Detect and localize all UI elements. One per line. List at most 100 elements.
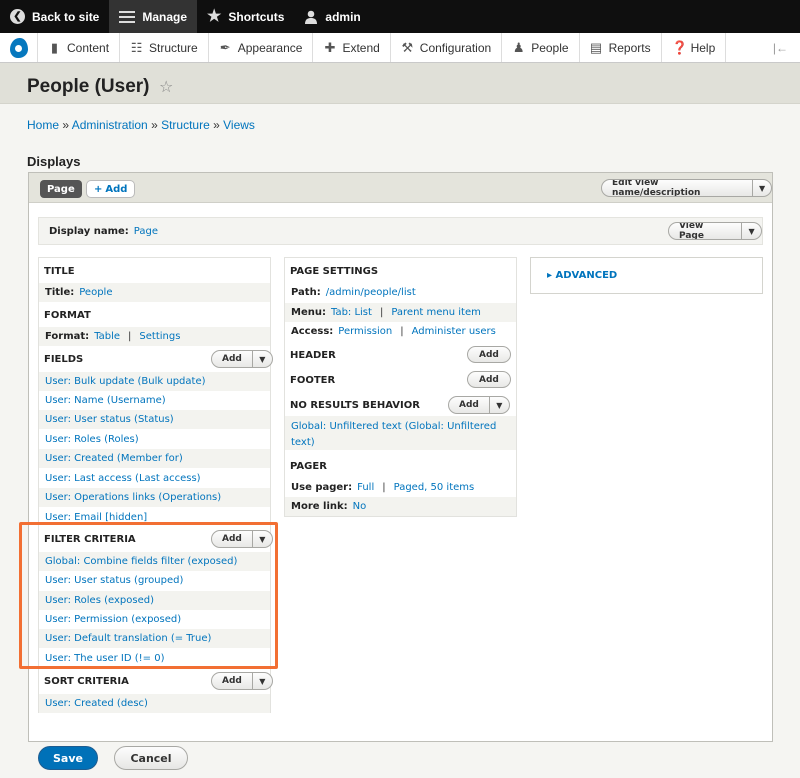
file-icon: ▮ — [50, 39, 59, 55]
format-link[interactable]: Table — [94, 331, 120, 342]
tray-item-people[interactable]: ♟ People — [502, 33, 580, 62]
list-item: User: Operations links (Operations) — [39, 488, 270, 507]
footer-add-button[interactable]: Add — [467, 371, 511, 388]
sort-add-button[interactable]: Add — [212, 673, 252, 689]
display-name-link[interactable]: Page — [134, 226, 158, 237]
filter-criteria-highlight — [19, 522, 278, 669]
brush-icon: ✒ — [219, 39, 231, 55]
title-heading: TITLE — [44, 266, 75, 277]
access-row: Access: Permission | Administer users — [291, 326, 496, 337]
tray-item-appearance[interactable]: ✒ Appearance — [209, 33, 314, 62]
breadcrumb-views[interactable]: Views — [223, 118, 255, 132]
edit-view-button[interactable]: Edit view name/description — [602, 180, 752, 196]
chevron-down-icon[interactable]: ▼ — [251, 673, 272, 689]
list-item: User: Created (Member for) — [39, 449, 270, 468]
access-link[interactable]: Permission — [338, 326, 392, 337]
breadcrumb-structure[interactable]: Structure — [161, 118, 210, 132]
title-row: Title: People — [39, 283, 270, 302]
menu-link[interactable]: Tab: List — [331, 307, 372, 318]
sort-add-dropbutton: Add ▼ — [211, 672, 273, 690]
tray-item-extend[interactable]: ✚ Extend — [313, 33, 391, 62]
format-heading: FORMAT — [44, 310, 91, 321]
chevron-down-icon[interactable]: ▼ — [741, 223, 761, 239]
save-button[interactable]: Save — [38, 746, 98, 770]
tray-item-structure[interactable]: ☷ Structure — [120, 33, 209, 62]
list-item: User: Name (Username) — [45, 395, 166, 406]
people-icon: ♟ — [512, 39, 525, 55]
shortcut-star-icon[interactable]: ☆ — [159, 77, 173, 96]
middle-column: PAGE SETTINGS Path:/admin/people/list Me… — [284, 257, 517, 517]
cancel-button[interactable]: Cancel — [114, 746, 188, 770]
page-header: People (User) ☆ — [0, 63, 800, 104]
header-heading: HEADER — [290, 350, 336, 361]
list-item: User: Last access (Last access) — [45, 473, 201, 484]
user-tab[interactable]: admin — [294, 0, 370, 33]
displays-heading: Displays — [27, 154, 81, 169]
no-results-add-button[interactable]: Add — [449, 397, 489, 413]
fields-add-dropbutton: Add ▼ — [211, 350, 273, 368]
list-item: User: Bulk update (Bulk update) — [39, 372, 270, 391]
display-tabs-bar: Page + Add Edit view name/description ▼ — [29, 173, 772, 203]
use-pager-link[interactable]: Full — [357, 482, 374, 493]
list-item: User: User status (Status) — [39, 410, 270, 429]
wrench-icon: ⚒ — [401, 39, 414, 55]
advanced-box: ▸ ADVANCED — [530, 257, 763, 294]
format-settings-link[interactable]: Settings — [139, 331, 180, 342]
plus-icon: + — [94, 183, 103, 195]
bar-chart-icon: ▤ — [589, 39, 603, 55]
tray-item-content[interactable]: ▮ Content — [38, 33, 121, 62]
administer-users-link[interactable]: Administer users — [412, 326, 496, 337]
breadcrumb: Home » Administration » Structure » View… — [27, 118, 255, 132]
fields-add-button[interactable]: Add — [212, 351, 252, 367]
tab-page[interactable]: Page — [40, 180, 82, 198]
menu-row: Menu: Tab: List | Parent menu item — [285, 303, 516, 322]
chevron-down-icon[interactable]: ▼ — [251, 351, 272, 367]
list-item: Global: Unfiltered text (Global: Unfilte… — [285, 416, 516, 450]
page-settings-heading: PAGE SETTINGS — [290, 266, 379, 277]
drupal-logo[interactable] — [0, 33, 38, 62]
breadcrumb-administration[interactable]: Administration — [72, 118, 148, 132]
format-row: Format: Table | Settings — [39, 327, 270, 346]
tray-item-reports[interactable]: ▤ Reports — [580, 33, 662, 62]
pager-heading: PAGER — [290, 461, 327, 472]
breadcrumb-home[interactable]: Home — [27, 118, 59, 132]
drupal-drop-icon — [9, 37, 28, 58]
edit-view-dropbutton: Edit view name/description ▼ — [601, 179, 772, 197]
collapse-tray-icon[interactable]: |← — [761, 33, 800, 62]
add-display-button[interactable]: + Add — [86, 180, 136, 198]
advanced-toggle[interactable]: ▸ ADVANCED — [547, 270, 617, 281]
menu-icon — [119, 10, 136, 23]
tray-item-configuration[interactable]: ⚒ Configuration — [391, 33, 503, 62]
path-link[interactable]: /admin/people/list — [326, 287, 416, 298]
sort-criteria-heading: SORT CRITERIA — [44, 676, 129, 687]
list-item: User: Roles (Roles) — [45, 434, 139, 445]
help-icon: ❓ — [671, 39, 688, 55]
admin-tray: ▮ Content ☷ Structure ✒ Appearance ✚ Ext… — [0, 33, 800, 63]
header-add-button[interactable]: Add — [467, 346, 511, 363]
manage-tab[interactable]: Manage — [109, 0, 198, 33]
shortcuts-tab[interactable]: ★ Shortcuts — [197, 0, 294, 33]
paged-items-link[interactable]: Paged, 50 items — [394, 482, 475, 493]
user-icon — [305, 10, 318, 24]
view-page-dropbutton: View Page ▼ — [668, 222, 762, 240]
chevron-down-icon[interactable]: ▼ — [488, 397, 509, 413]
star-icon: ★ — [207, 7, 222, 25]
display-name-bar: Display name: Page View Page ▼ — [38, 217, 763, 245]
more-link-value[interactable]: No — [353, 501, 367, 512]
list-item: User: Created (desc) — [39, 694, 270, 713]
fields-heading: FIELDS — [44, 354, 84, 365]
back-to-site-link[interactable]: ❮ Back to site — [0, 0, 109, 33]
view-page-button[interactable]: View Page — [669, 223, 741, 239]
parent-menu-link[interactable]: Parent menu item — [391, 307, 481, 318]
use-pager-row: Use pager: Full | Paged, 50 items — [291, 482, 475, 493]
title-link[interactable]: People — [79, 287, 112, 298]
footer-heading: FOOTER — [290, 375, 336, 386]
no-results-add-dropbutton: Add ▼ — [448, 396, 510, 414]
form-actions: Save Cancel — [0, 742, 800, 778]
tray-item-help[interactable]: ❓ Help — [662, 33, 727, 62]
chevron-left-icon: ❮ — [10, 9, 25, 24]
no-results-heading: NO RESULTS BEHAVIOR — [290, 400, 420, 411]
chevron-down-icon[interactable]: ▼ — [752, 180, 771, 196]
page-title: People (User) — [27, 76, 150, 97]
path-row: Path:/admin/people/list — [291, 287, 416, 298]
